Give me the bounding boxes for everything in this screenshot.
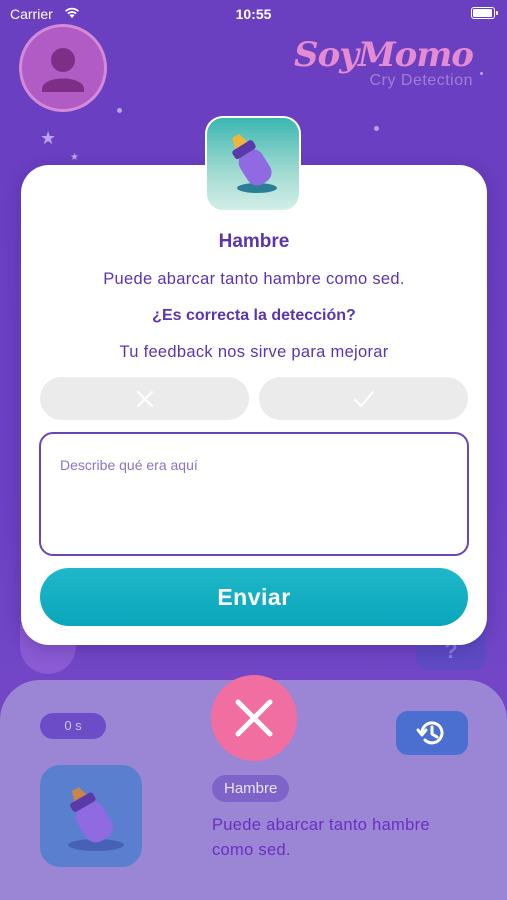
history-button[interactable] — [396, 711, 468, 755]
baby-bottle-icon — [68, 787, 124, 851]
status-time: 10:55 — [235, 6, 272, 22]
correct-button[interactable] — [259, 377, 468, 420]
close-button[interactable] — [211, 675, 297, 761]
logo-name: SoyMomo — [294, 35, 474, 75]
history-icon — [416, 721, 444, 745]
battery-icon — [471, 7, 498, 19]
star-decoration-icon: ★ — [70, 152, 79, 163]
check-icon — [353, 390, 374, 407]
send-button[interactable]: Enviar — [40, 568, 468, 626]
close-icon — [235, 699, 273, 737]
baby-bottle-icon — [232, 133, 277, 193]
modal-description: Puede abarcar tanto hambre como sed. — [103, 270, 405, 288]
incorrect-button[interactable] — [40, 377, 249, 420]
detection-tag: Hambre — [212, 775, 290, 802]
dot-decoration — [117, 108, 122, 113]
profile-avatar[interactable] — [19, 24, 107, 112]
dot-decoration — [374, 126, 379, 131]
dot-decoration — [480, 72, 483, 75]
timer-badge: 0 s — [40, 713, 106, 739]
modal-title: Hambre — [218, 231, 290, 252]
textarea-placeholder: Describe qué era aquí — [60, 457, 198, 473]
modal-question: ¿Es correcta la detección? — [152, 307, 356, 324]
detection-description: Puede abarcar tanto hambre como sed. — [212, 816, 430, 859]
user-icon — [42, 48, 84, 92]
app-logo: SoyMomo Cry Detection — [294, 35, 474, 90]
detection-image-tile — [40, 765, 142, 867]
modal-image — [205, 116, 301, 212]
modal-feedback-note: Tu feedback nos sirve para mejorar — [119, 343, 389, 361]
feedback-textarea[interactable]: Describe qué era aquí — [39, 432, 469, 556]
star-decoration-icon: ★ — [40, 128, 57, 148]
x-icon — [136, 390, 153, 407]
